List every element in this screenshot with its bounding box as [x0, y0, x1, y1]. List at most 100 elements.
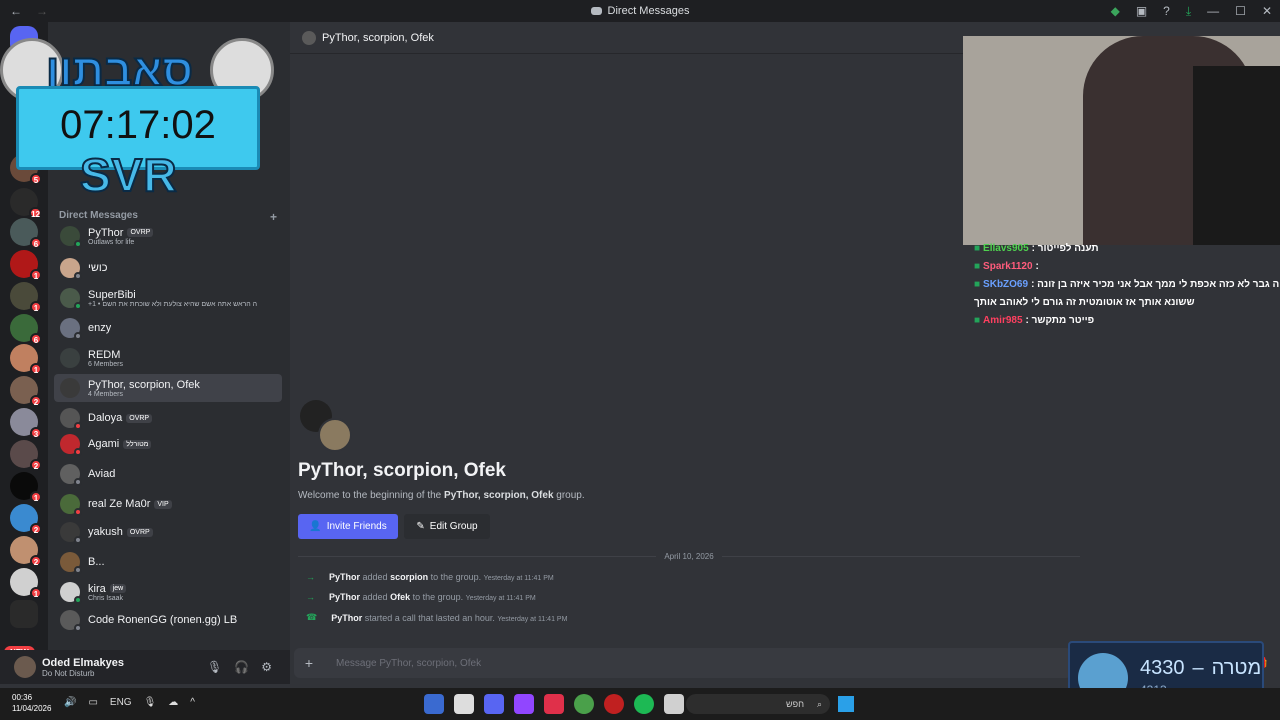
status-indicator: [74, 448, 82, 456]
mention-badge: 2: [30, 459, 42, 471]
chrome-icon[interactable]: [574, 694, 594, 714]
server-icon[interactable]: 2: [10, 376, 42, 407]
server-icon[interactable]: 1: [10, 250, 42, 281]
dm-text: yakush OVRP: [88, 526, 153, 538]
dm-name-row: PyThor, scorpion, Ofek: [88, 379, 200, 391]
server-icon[interactable]: 3: [10, 408, 42, 439]
dm-tag: מטורלל: [123, 439, 152, 449]
dm-item[interactable]: Code RonenGG (ronen.gg) LB: [54, 606, 282, 634]
group-avatar-icon: [302, 30, 316, 45]
spotify-icon[interactable]: [634, 694, 654, 714]
dm-name-row: Agami מטורלל: [88, 438, 152, 450]
file-explorer-icon[interactable]: [664, 694, 684, 714]
server-icon[interactable]: 1: [10, 344, 42, 375]
server-icon[interactable]: 1: [10, 568, 42, 599]
dm-name: kira: [88, 582, 106, 595]
server-icon[interactable]: 6: [10, 218, 42, 249]
server-icon[interactable]: 2: [10, 440, 42, 471]
dm-item[interactable]: kira jew Chris Isaak: [54, 578, 282, 606]
close-button[interactable]: ✕: [1262, 4, 1272, 18]
help-icon[interactable]: ?: [1163, 4, 1170, 18]
server-icon[interactable]: 6: [10, 314, 42, 345]
message-actor[interactable]: PyThor: [329, 572, 360, 582]
dm-name-row: yakush OVRP: [88, 526, 153, 538]
avatar: [60, 288, 82, 310]
nitro-icon[interactable]: ◆: [1111, 4, 1120, 18]
invite-friends-button[interactable]: 👤 Invite Friends: [298, 514, 398, 539]
avatar: [60, 522, 82, 544]
server-icon[interactable]: 2: [10, 536, 42, 567]
cloud-icon[interactable]: ☁: [168, 697, 178, 708]
dm-text: כושי: [88, 262, 108, 274]
chat-message: תענה לפייטור :: [1031, 243, 1099, 254]
attach-plus-icon[interactable]: +: [294, 655, 324, 671]
mic-tray-icon[interactable]: 🎙: [144, 697, 157, 708]
dm-item[interactable]: real Ze Ma0r VIP: [54, 490, 282, 518]
message-composer[interactable]: + Message PyThor, scorpion, Ofek 🎁 ▤ ▦ ☺: [294, 648, 1268, 678]
dm-text: Code RonenGG (ronen.gg) LB: [88, 614, 237, 626]
dm-item[interactable]: yakush OVRP: [54, 518, 282, 546]
avatar: [60, 318, 82, 340]
app-icon[interactable]: [604, 694, 624, 714]
search-box[interactable]: חפש ⌕: [686, 694, 830, 714]
server-icon[interactable]: 2: [10, 504, 42, 535]
edit-group-button[interactable]: ✎ Edit Group: [404, 514, 490, 539]
tray-chevron-icon[interactable]: ^: [190, 697, 195, 708]
settings-gear-icon[interactable]: ⚙: [261, 660, 272, 674]
server-icon[interactable]: 1: [10, 282, 42, 313]
dm-text: PyThor OVRP Outlaws for life: [88, 227, 154, 246]
dm-item[interactable]: SuperBibi +1 • ה הראש אתה אשם שהיא צולעת …: [54, 284, 282, 312]
dm-text: PyThor, scorpion, Ofek 4 Members: [88, 379, 200, 398]
maximize-button[interactable]: ☐: [1235, 4, 1246, 18]
calculator-icon[interactable]: [424, 694, 444, 714]
app-icon[interactable]: [544, 694, 564, 714]
app-icon[interactable]: [454, 694, 474, 714]
discord-taskbar-icon[interactable]: [484, 694, 504, 714]
arrow-right-icon: →: [306, 592, 315, 602]
dm-name-row: Aviad: [88, 468, 115, 480]
avatar: [318, 418, 352, 452]
twitch-icon[interactable]: [514, 694, 534, 714]
headphones-icon[interactable]: 🎧: [234, 660, 249, 674]
windows-start-icon[interactable]: [838, 696, 854, 712]
dm-item[interactable]: enzy: [54, 314, 282, 342]
microphone-icon[interactable]: 🎙: [207, 660, 222, 674]
timer-value: 07:17:02: [60, 103, 216, 147]
hourglass-icon[interactable]: [10, 600, 38, 628]
clock[interactable]: 00:36 11/04/2026: [12, 692, 51, 714]
message-actor[interactable]: PyThor: [329, 592, 360, 602]
dm-item[interactable]: PyThor, scorpion, Ofek 4 Members: [54, 374, 282, 402]
chat-badge-icon: ■: [974, 243, 981, 254]
dm-item[interactable]: Daloya OVRP: [54, 404, 282, 432]
dm-item[interactable]: PyThor OVRP Outlaws for life: [54, 222, 282, 250]
language-indicator[interactable]: ENG: [110, 697, 132, 708]
dm-item[interactable]: Aviad: [54, 460, 282, 488]
dm-name-row: kira jew: [88, 582, 127, 595]
message-actor[interactable]: PyThor: [331, 613, 362, 623]
message-target[interactable]: Ofek: [390, 592, 410, 602]
goal-heading: 4330 – מטרה: [1140, 657, 1261, 680]
download-icon[interactable]: ⤓: [1186, 4, 1191, 19]
chat-message: ששונא אותך אז אוטומטית זה גורם לי לאוהב …: [974, 297, 1195, 308]
inbox-icon[interactable]: ▣: [1136, 4, 1147, 18]
dm-item[interactable]: כושי: [54, 254, 282, 282]
dm-item[interactable]: B...: [54, 548, 282, 576]
message-input[interactable]: Message PyThor, scorpion, Ofek: [336, 658, 481, 669]
network-icon[interactable]: ▭: [88, 697, 97, 708]
dm-item[interactable]: Agami מטורלל: [54, 430, 282, 458]
message-body: PyThor added Ofek to the group. Yesterda…: [329, 592, 536, 602]
status-indicator: [74, 272, 82, 280]
goal-dash: –: [1192, 657, 1204, 679]
server-icon[interactable]: 1: [10, 472, 42, 503]
date-label: April 10, 2026: [656, 551, 722, 561]
dm-name-row: REDM: [88, 349, 123, 361]
avatar: [60, 582, 82, 604]
dm-item[interactable]: REDM 6 Members: [54, 344, 282, 372]
welcome-suffix: group.: [556, 490, 585, 501]
user-avatar[interactable]: [14, 656, 36, 678]
window-controls: ◆ ▣ ? ⤓ — ☐ ✕: [1111, 0, 1272, 22]
dm-text: Aviad: [88, 468, 115, 480]
minimize-button[interactable]: —: [1207, 4, 1219, 18]
message-target[interactable]: scorpion: [390, 572, 428, 582]
volume-icon[interactable]: 🔊: [64, 697, 76, 708]
